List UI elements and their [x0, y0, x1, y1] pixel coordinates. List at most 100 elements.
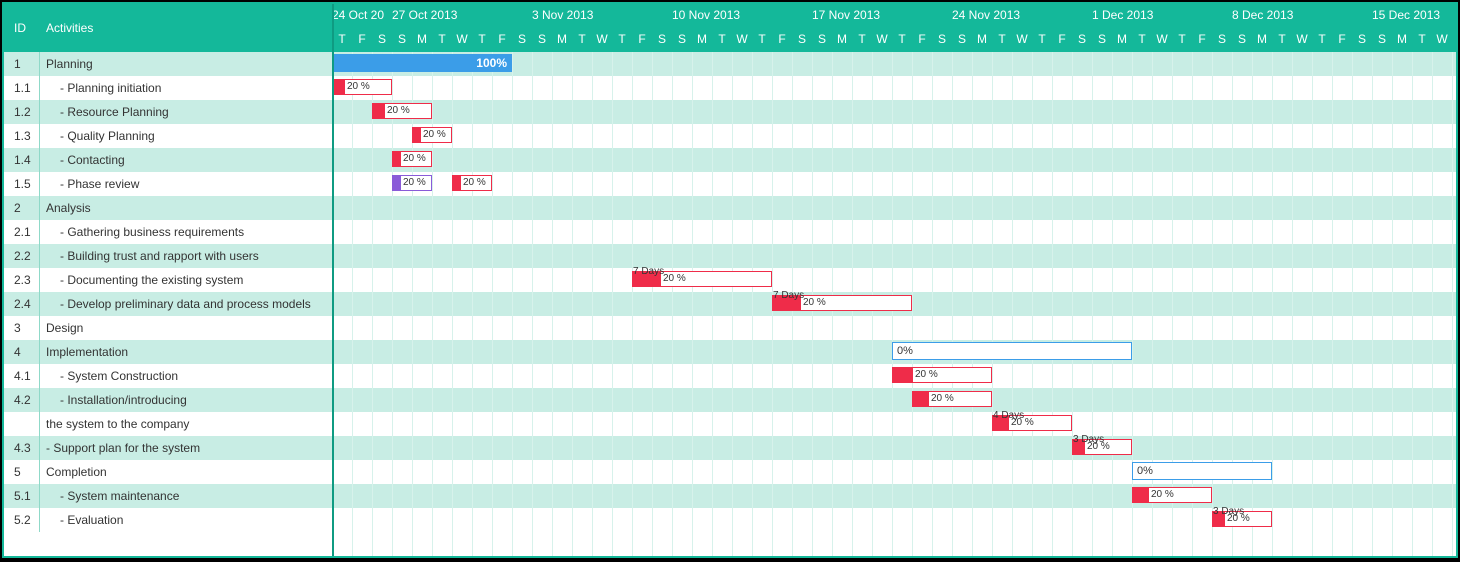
- day-label: T: [432, 32, 452, 52]
- bar-progress-label: 0%: [1133, 463, 1271, 479]
- row-id: 5.2: [4, 508, 40, 532]
- gantt-row[interactable]: 1.2 - Resource Planning20 %: [4, 100, 1456, 124]
- row-timeline: 20 %3 Days: [332, 508, 1456, 532]
- day-label: S: [1232, 32, 1252, 52]
- bar-duration-label: 7 Days: [773, 284, 804, 308]
- day-label: S: [372, 32, 392, 52]
- gantt-row[interactable]: 2.1 - Gathering business requirements: [4, 220, 1456, 244]
- bar-duration-label: 3 Days: [1073, 428, 1104, 452]
- day-label: M: [1252, 32, 1272, 52]
- row-id: 4.3: [4, 436, 40, 460]
- gantt-bar[interactable]: 20 %: [412, 127, 452, 143]
- row-id: 1.5: [4, 172, 40, 196]
- row-activity: - Planning initiation: [40, 76, 332, 100]
- gantt-bar[interactable]: 20 %7 Days: [632, 271, 772, 287]
- gantt-bar[interactable]: 20 %: [332, 79, 392, 95]
- row-timeline: 20 %: [332, 484, 1456, 508]
- day-label: F: [1332, 32, 1352, 52]
- gantt-row[interactable]: 1.1 - Planning initiation20 %: [4, 76, 1456, 100]
- day-label: S: [932, 32, 952, 52]
- gantt-body[interactable]: 1Planning100%1.1 - Planning initiation20…: [4, 52, 1456, 556]
- bar-progress-label: 20 %: [393, 152, 431, 166]
- gantt-bar[interactable]: 0%: [892, 342, 1132, 360]
- gantt-bar[interactable]: 20 %4 Days: [992, 415, 1072, 431]
- row-timeline: 20 %: [332, 100, 1456, 124]
- row-timeline: 20 %7 Days: [332, 292, 1456, 316]
- day-label: F: [1192, 32, 1212, 52]
- row-id: 2.2: [4, 244, 40, 268]
- row-activity: - Building trust and rapport with users: [40, 244, 332, 268]
- gantt-row[interactable]: 4.1 - System Construction20 %: [4, 364, 1456, 388]
- gantt-row[interactable]: 5Completion0%: [4, 460, 1456, 484]
- gantt-bar[interactable]: 20 %: [392, 175, 432, 191]
- gantt-bar[interactable]: 20 %3 Days: [1212, 511, 1272, 527]
- day-label: W: [872, 32, 892, 52]
- gantt-row[interactable]: 2Analysis: [4, 196, 1456, 220]
- day-label: T: [852, 32, 872, 52]
- gantt-bar[interactable]: 0%: [1132, 462, 1272, 480]
- day-label: F: [492, 32, 512, 52]
- day-label: W: [592, 32, 612, 52]
- day-label: T: [1312, 32, 1332, 52]
- gantt-chart: ID Activities 24 Oct 2027 Oct 20133 Nov …: [2, 2, 1458, 558]
- bar-progress-label: 100%: [476, 55, 507, 71]
- row-timeline: 0%: [332, 340, 1456, 364]
- gantt-row[interactable]: 2.4 - Develop preliminary data and proce…: [4, 292, 1456, 316]
- bar-progress-label: 20 %: [333, 80, 391, 94]
- timeline-header: 24 Oct 2027 Oct 20133 Nov 201310 Nov 201…: [332, 4, 1456, 52]
- header-activities: Activities: [40, 4, 332, 52]
- row-id: 1.3: [4, 124, 40, 148]
- gantt-row[interactable]: 5.2 - Evaluation20 %3 Days: [4, 508, 1456, 532]
- day-label: F: [1052, 32, 1072, 52]
- day-label: M: [692, 32, 712, 52]
- gantt-bar[interactable]: 20 %: [372, 103, 432, 119]
- row-id: 2.1: [4, 220, 40, 244]
- week-label: 10 Nov 2013: [672, 8, 740, 28]
- gantt-bar[interactable]: 20 %: [892, 367, 992, 383]
- gantt-row[interactable]: 3Design: [4, 316, 1456, 340]
- day-label: W: [452, 32, 472, 52]
- gantt-bar[interactable]: 100%: [332, 54, 512, 72]
- gantt-row[interactable]: 1.5 - Phase review 20 % 20 %: [4, 172, 1456, 196]
- gantt-row[interactable]: 4.2 - Installation/introducing20 %: [4, 388, 1456, 412]
- gantt-row[interactable]: 2.2 - Building trust and rapport with us…: [4, 244, 1456, 268]
- day-label: M: [1392, 32, 1412, 52]
- week-label: 27 Oct 2013: [392, 8, 457, 28]
- row-timeline: 20 % 20 %: [332, 172, 1456, 196]
- gantt-row[interactable]: 1.3 - Quality Planning 20 %: [4, 124, 1456, 148]
- gantt-row[interactable]: 1Planning100%: [4, 52, 1456, 76]
- row-activity: - Contacting: [40, 148, 332, 172]
- row-id: 1: [4, 52, 40, 76]
- day-label: S: [672, 32, 692, 52]
- row-timeline: 20 %: [332, 388, 1456, 412]
- day-label: T: [1032, 32, 1052, 52]
- gantt-bar[interactable]: 20 %: [452, 175, 492, 191]
- gantt-row[interactable]: 1.4 - Contacting20 %: [4, 148, 1456, 172]
- day-label: T: [572, 32, 592, 52]
- bar-progress-label: 20 %: [893, 368, 991, 382]
- row-id: 5.1: [4, 484, 40, 508]
- day-label: T: [992, 32, 1012, 52]
- row-id: 1.2: [4, 100, 40, 124]
- day-label: S: [952, 32, 972, 52]
- gantt-bar[interactable]: 20 %: [392, 151, 432, 167]
- gantt-bar[interactable]: 20 %7 Days: [772, 295, 912, 311]
- row-timeline: 20 %4 Days: [332, 412, 1456, 436]
- day-label: S: [1072, 32, 1092, 52]
- gantt-bar[interactable]: 20 %: [1132, 487, 1212, 503]
- gantt-bar[interactable]: 20 %: [912, 391, 992, 407]
- week-label: 24 Oct 20: [332, 8, 384, 28]
- gantt-row[interactable]: 2.3 - Documenting the existing system20 …: [4, 268, 1456, 292]
- gantt-row[interactable]: the system to the company20 %4 Days: [4, 412, 1456, 436]
- day-label: M: [832, 32, 852, 52]
- row-id: 5: [4, 460, 40, 484]
- row-timeline: [332, 244, 1456, 268]
- gantt-row[interactable]: 4Implementation0%: [4, 340, 1456, 364]
- week-label: 24 Nov 2013: [952, 8, 1020, 28]
- gantt-bar[interactable]: 20 %3 Days: [1072, 439, 1132, 455]
- row-id: 2: [4, 196, 40, 220]
- gantt-row[interactable]: 4.3 - Support plan for the system20 %3 D…: [4, 436, 1456, 460]
- row-activity: - Quality Planning: [40, 124, 332, 148]
- row-activity: - Phase review: [40, 172, 332, 196]
- row-timeline: 20 %: [332, 364, 1456, 388]
